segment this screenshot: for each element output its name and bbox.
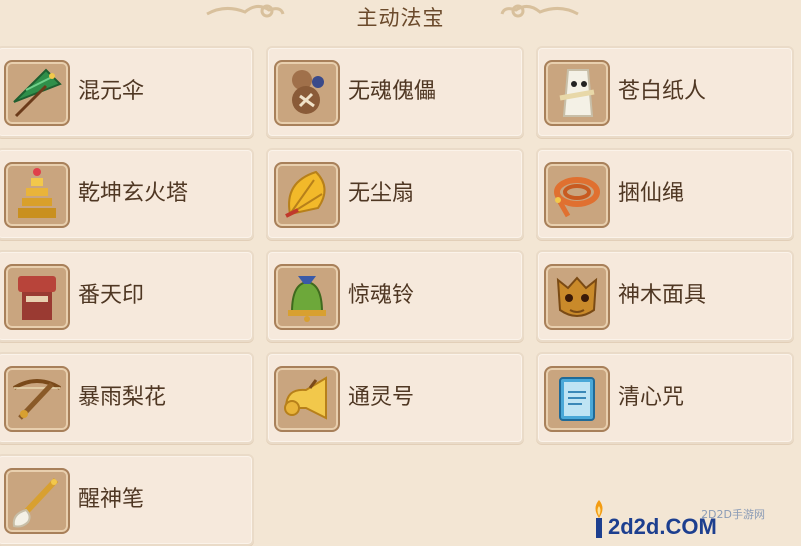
- horn-icon: [274, 366, 340, 432]
- paper-doll-icon: [544, 60, 610, 126]
- treasure-item[interactable]: 通灵号: [266, 352, 524, 444]
- item-label: 无魂傀儡: [348, 79, 437, 104]
- rope-icon: [544, 162, 610, 228]
- seal-icon: [4, 264, 70, 330]
- fan-icon: [274, 162, 340, 228]
- site-watermark: 2D2D手游网 2d2d.COM: [588, 496, 773, 542]
- crossbow-icon: [4, 366, 70, 432]
- bell-icon: [274, 264, 340, 330]
- item-label: 神木面具: [618, 283, 707, 308]
- treasure-item[interactable]: 苍白纸人: [536, 46, 794, 138]
- watermark-domain: 2d2d.COM: [608, 514, 717, 539]
- right-cloud-ornament: [500, 4, 579, 18]
- item-label: 混元伞: [78, 79, 145, 104]
- page-title: 主动法宝: [356, 6, 445, 30]
- pagoda-icon: [4, 162, 70, 228]
- item-label: 捆仙绳: [618, 181, 685, 206]
- item-label: 乾坤玄火塔: [78, 181, 189, 206]
- treasure-item[interactable]: 乾坤玄火塔: [0, 148, 254, 240]
- item-label: 通灵号: [348, 385, 415, 410]
- treasure-item[interactable]: 醒神笔: [0, 454, 254, 546]
- treasure-item[interactable]: 无尘扇: [266, 148, 524, 240]
- treasure-item[interactable]: 惊魂铃: [266, 250, 524, 342]
- treasure-item[interactable]: 清心咒: [536, 352, 794, 444]
- treasure-item[interactable]: 暴雨梨花: [0, 352, 254, 444]
- mask-icon: [544, 264, 610, 330]
- brush-icon: [4, 468, 70, 534]
- treasure-item[interactable]: 番天印: [0, 250, 254, 342]
- item-label: 无尘扇: [348, 181, 415, 206]
- item-label: 清心咒: [618, 385, 685, 410]
- torch-logo-icon: [595, 500, 603, 538]
- item-label: 番天印: [78, 283, 145, 308]
- scroll-book-icon: [544, 366, 610, 432]
- treasure-item[interactable]: 捆仙绳: [536, 148, 794, 240]
- section-header: 主动法宝: [0, 0, 801, 34]
- item-label: 惊魂铃: [348, 283, 415, 308]
- item-label: 暴雨梨花: [78, 385, 167, 410]
- item-label: 苍白纸人: [618, 79, 707, 104]
- treasure-item[interactable]: 无魂傀儡: [266, 46, 524, 138]
- puppet-icon: [274, 60, 340, 126]
- umbrella-icon: [4, 60, 70, 126]
- treasure-item[interactable]: 神木面具: [536, 250, 794, 342]
- treasure-item[interactable]: 混元伞: [0, 46, 254, 138]
- item-label: 醒神笔: [78, 487, 145, 512]
